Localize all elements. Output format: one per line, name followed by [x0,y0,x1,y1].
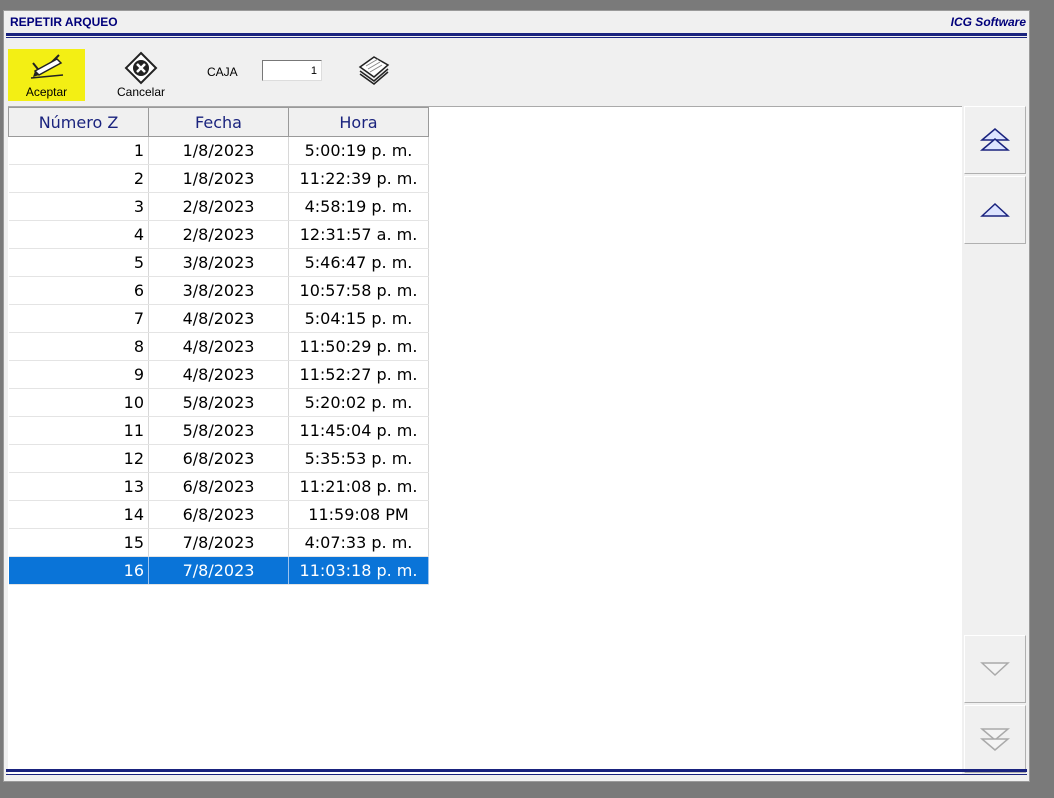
cell-fecha: 1/8/2023 [148,164,289,193]
table-header-row: Número Z Fecha Hora [8,107,429,137]
table-row[interactable]: 5 3/8/2023 5:46:47 p. m. [8,248,429,277]
table-row[interactable]: 8 4/8/2023 11:50:29 p. m. [8,332,429,361]
cell-numero-z: 7 [8,304,149,333]
footer-divider-thin [6,774,1027,775]
page-up-icon [980,128,1010,151]
cell-hora: 5:00:19 p. m. [288,136,429,165]
cell-hora: 11:52:27 p. m. [288,360,429,389]
brand-label: ICG Software [950,15,1026,29]
cancel-label: Cancelar [116,85,166,99]
title-bar: REPETIR ARQUEO ICG Software [4,11,1029,35]
table-row-selected[interactable]: 16 7/8/2023 11:03:18 p. m. [8,556,429,585]
cell-hora: 11:45:04 p. m. [288,416,429,445]
footer-divider [6,769,1027,772]
accept-label: Aceptar [25,85,68,99]
cell-fecha: 4/8/2023 [148,360,289,389]
cell-fecha: 7/8/2023 [148,528,289,557]
cell-hora: 5:46:47 p. m. [288,248,429,277]
cell-numero-z: 8 [8,332,149,361]
page-up-button[interactable] [964,106,1026,174]
cell-numero-z: 13 [8,472,149,501]
repetir-arqueo-window: REPETIR ARQUEO ICG Software Aceptar Canc… [3,10,1030,782]
cell-numero-z: 1 [8,136,149,165]
line-up-button[interactable] [964,176,1026,244]
table-row[interactable]: 11 5/8/2023 11:45:04 p. m. [8,416,429,445]
table-row[interactable]: 7 4/8/2023 5:04:15 p. m. [8,304,429,333]
table-row[interactable]: 14 6/8/2023 11:59:08 PM [8,500,429,529]
cancel-button[interactable]: Cancelar [108,49,174,101]
toolbar: Aceptar Cancelar [4,41,1029,103]
table-row[interactable]: 9 4/8/2023 11:52:27 p. m. [8,360,429,389]
cell-numero-z: 16 [8,556,149,585]
cell-hora: 4:58:19 p. m. [288,192,429,221]
accept-button[interactable]: Aceptar [8,49,85,101]
cell-hora: 11:59:08 PM [288,500,429,529]
cell-fecha: 4/8/2023 [148,304,289,333]
cell-hora: 5:35:53 p. m. [288,444,429,473]
table-row[interactable]: 13 6/8/2023 11:21:08 p. m. [8,472,429,501]
cell-numero-z: 14 [8,500,149,529]
cell-numero-z: 15 [8,528,149,557]
cell-hora: 5:04:15 p. m. [288,304,429,333]
scroll-panel [962,106,1028,773]
cell-numero-z: 11 [8,416,149,445]
arqueo-table: Número Z Fecha Hora 1 1/8/2023 5:00:19 p. … [8,107,429,585]
cell-numero-z: 12 [8,444,149,473]
cell-fecha: 3/8/2023 [148,248,289,277]
column-header-fecha[interactable]: Fecha [148,107,289,137]
cell-fecha: 1/8/2023 [148,136,289,165]
cell-fecha: 3/8/2023 [148,276,289,305]
line-down-icon [980,662,1010,677]
table-row[interactable]: 12 6/8/2023 5:35:53 p. m. [8,444,429,473]
cell-hora: 10:57:58 p. m. [288,276,429,305]
cell-numero-z: 5 [8,248,149,277]
table-row[interactable]: 10 5/8/2023 5:20:02 p. m. [8,388,429,417]
line-up-icon [980,202,1010,217]
table-row[interactable]: 3 2/8/2023 4:58:19 p. m. [8,192,429,221]
cell-fecha: 7/8/2023 [148,556,289,585]
caja-label: CAJA [207,65,238,79]
page-down-button[interactable] [964,705,1026,773]
table-row[interactable]: 1 1/8/2023 5:00:19 p. m. [8,136,429,165]
cell-fecha: 6/8/2023 [148,500,289,529]
table-row[interactable]: 6 3/8/2023 10:57:58 p. m. [8,276,429,305]
cell-fecha: 2/8/2023 [148,220,289,249]
caja-input[interactable] [262,60,322,81]
cell-fecha: 6/8/2023 [148,472,289,501]
column-header-hora[interactable]: Hora [288,107,429,137]
cell-hora: 4:07:33 p. m. [288,528,429,557]
cell-fecha: 2/8/2023 [148,192,289,221]
table-row[interactable]: 4 2/8/2023 12:31:57 a. m. [8,220,429,249]
page-down-icon [980,728,1010,751]
title-divider-thin [6,37,1027,38]
cell-hora: 11:50:29 p. m. [288,332,429,361]
table-row[interactable]: 15 7/8/2023 4:07:33 p. m. [8,528,429,557]
cell-fecha: 5/8/2023 [148,416,289,445]
cell-fecha: 4/8/2023 [148,332,289,361]
title-divider [6,33,1027,36]
cell-numero-z: 2 [8,164,149,193]
column-header-numero-z[interactable]: Número Z [8,107,149,137]
cell-hora: 11:03:18 p. m. [288,556,429,585]
cell-numero-z: 10 [8,388,149,417]
documents-icon[interactable] [356,53,392,85]
cell-hora: 5:20:02 p. m. [288,388,429,417]
cell-numero-z: 6 [8,276,149,305]
cell-numero-z: 9 [8,360,149,389]
line-down-button[interactable] [964,635,1026,703]
cell-numero-z: 4 [8,220,149,249]
pencil-check-icon [30,54,63,79]
cell-fecha: 6/8/2023 [148,444,289,473]
cell-hora: 12:31:57 a. m. [288,220,429,249]
cell-fecha: 5/8/2023 [148,388,289,417]
cell-numero-z: 3 [8,192,149,221]
cancel-x-icon [124,51,158,85]
arqueo-grid-area: Número Z Fecha Hora 1 1/8/2023 5:00:19 p. … [8,106,962,774]
cell-hora: 11:22:39 p. m. [288,164,429,193]
cell-hora: 11:21:08 p. m. [288,472,429,501]
window-title: REPETIR ARQUEO [10,15,118,29]
table-row[interactable]: 2 1/8/2023 11:22:39 p. m. [8,164,429,193]
